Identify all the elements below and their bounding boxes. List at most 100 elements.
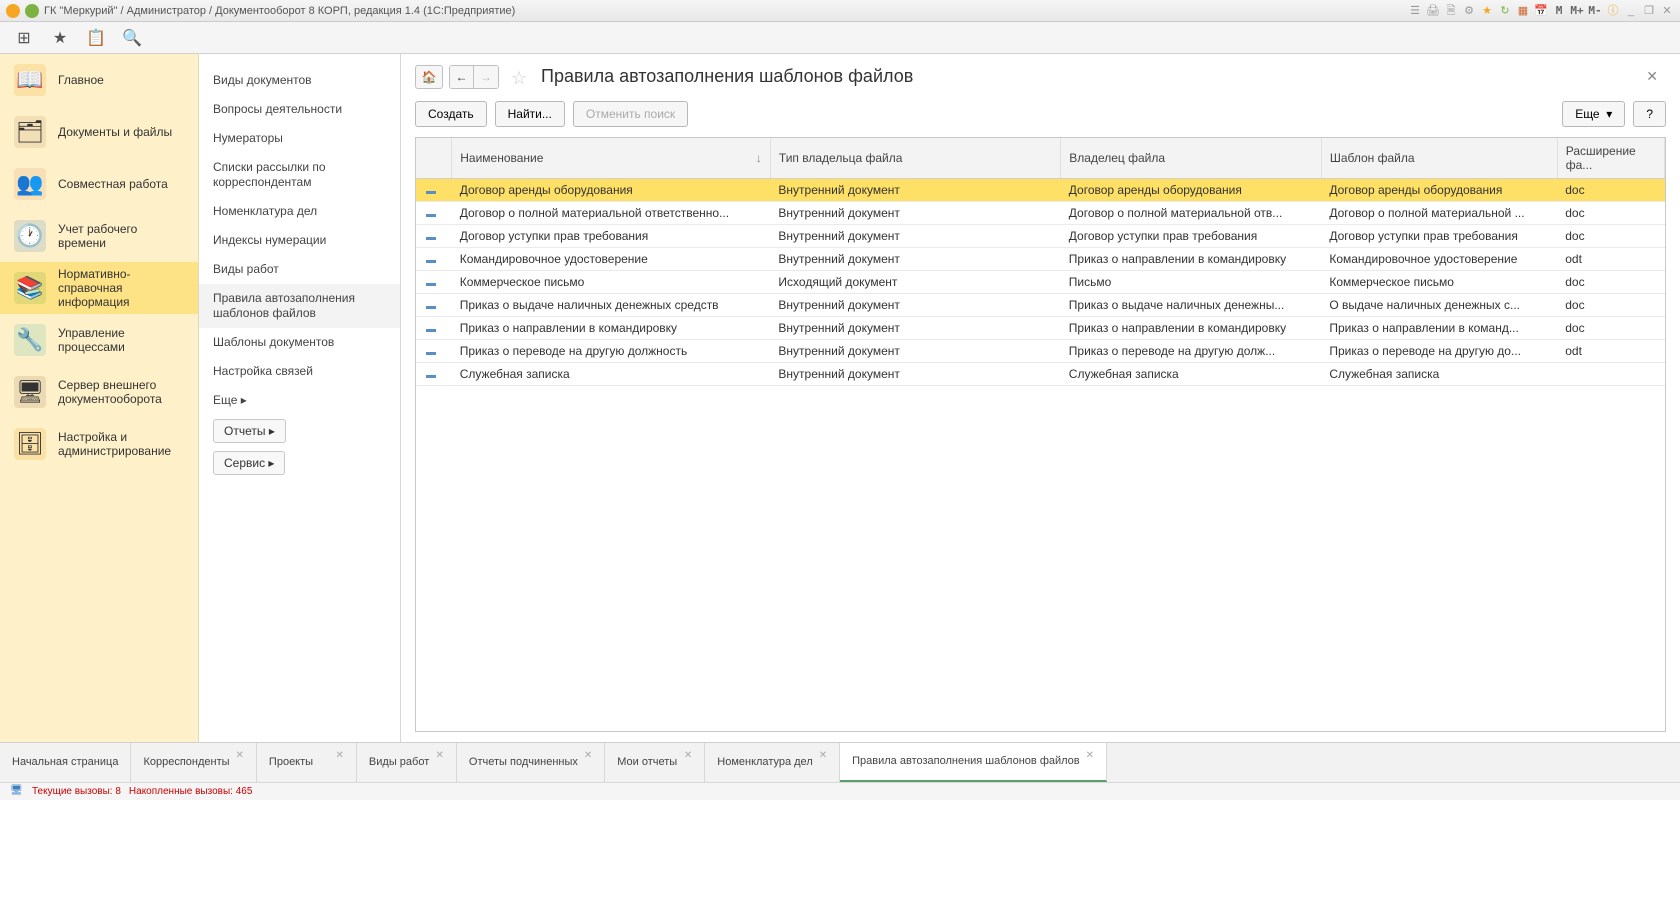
col-name[interactable]: Наименование↓	[452, 138, 771, 179]
row-icon: ▬	[424, 301, 438, 312]
tab-close-icon[interactable]: ✕	[1086, 749, 1094, 762]
bottom-tab[interactable]: Отчеты подчиненных✕	[457, 743, 605, 782]
table-row[interactable]: ▬Договор о полной материальной ответстве…	[416, 202, 1665, 225]
mem-mplus[interactable]: M+	[1570, 4, 1584, 18]
bottom-tab[interactable]: Мои отчеты✕	[605, 743, 705, 782]
subnav-item[interactable]: Вопросы деятельности	[199, 95, 400, 124]
tb-tool-icon[interactable]: ☰	[1408, 4, 1422, 18]
tab-close-icon[interactable]: ✕	[436, 749, 444, 762]
bottom-tab[interactable]: Номенклатура дел✕	[705, 743, 840, 782]
bottom-tab[interactable]: Начальная страница	[0, 743, 131, 782]
tab-close-icon[interactable]: ✕	[336, 749, 344, 762]
sidebar-item[interactable]: 🖥Сервер внешнего документооборота	[0, 366, 198, 418]
bottom-tab[interactable]: Правила автозаполнения шаблонов файлов✕	[840, 743, 1107, 782]
subnav-item[interactable]: Списки рассылки по корреспондентам	[199, 153, 400, 197]
subnav-item[interactable]: Виды документов	[199, 66, 400, 95]
tb-calc-icon[interactable]: ▦	[1516, 4, 1530, 18]
table-row[interactable]: ▬Приказ о переводе на другую должностьВн…	[416, 340, 1665, 363]
status-icon: 🖥	[10, 785, 24, 799]
row-icon: ▬	[424, 209, 438, 220]
table-row[interactable]: ▬Командировочное удостоверениеВнутренний…	[416, 248, 1665, 271]
sidebar-icon: 🖥	[14, 376, 46, 408]
subnav-item[interactable]: Шаблоны документов	[199, 328, 400, 357]
table-row[interactable]: ▬Служебная запискаВнутренний документСлу…	[416, 363, 1665, 386]
table-row[interactable]: ▬Договор аренды оборудованияВнутренний д…	[416, 179, 1665, 202]
app-icon-1c	[6, 4, 20, 18]
subnav-item[interactable]: Настройка связей	[199, 357, 400, 386]
search-icon[interactable]: 🔍	[122, 28, 142, 48]
col-tmpl[interactable]: Шаблон файла	[1321, 138, 1557, 179]
sidebar-item[interactable]: 🗂Документы и файлы	[0, 106, 198, 158]
cell-type: Внутренний документ	[770, 179, 1060, 202]
cell-type: Внутренний документ	[770, 225, 1060, 248]
cell-tmpl: Служебная записка	[1321, 363, 1557, 386]
nav-fwd-button[interactable]: →	[474, 66, 498, 88]
status-accum: Накопленные вызовы: 465	[129, 786, 253, 797]
subnav-item[interactable]: Виды работ	[199, 255, 400, 284]
table-row[interactable]: ▬Коммерческое письмоИсходящий документПи…	[416, 271, 1665, 294]
tb-calendar-icon[interactable]: 📅	[1534, 4, 1548, 18]
table-row[interactable]: ▬Договор уступки прав требованияВнутренн…	[416, 225, 1665, 248]
sidebar-label: Управление процессами	[58, 326, 184, 354]
tab-close-icon[interactable]: ✕	[236, 749, 244, 762]
sidebar-item[interactable]: 📖Главное	[0, 54, 198, 106]
apps-icon[interactable]: ⊞	[14, 28, 34, 48]
mem-mminus[interactable]: M-	[1588, 4, 1602, 18]
bottom-tab[interactable]: Корреспонденты✕	[131, 743, 256, 782]
sidebar-icon: 📚	[14, 272, 46, 304]
home-button[interactable]: 🏠	[415, 65, 443, 89]
find-button[interactable]: Найти...	[495, 101, 565, 127]
star-icon[interactable]: ★	[50, 28, 70, 48]
subnav-button[interactable]: Сервис ▸	[213, 451, 285, 475]
cell-ext: doc	[1557, 294, 1664, 317]
cell-owner: Письмо	[1061, 271, 1322, 294]
cell-name: Служебная записка	[452, 363, 771, 386]
bottom-tab[interactable]: Виды работ✕	[357, 743, 457, 782]
sidebar-item[interactable]: 🕐Учет рабочего времени	[0, 210, 198, 262]
cell-owner: Служебная записка	[1061, 363, 1322, 386]
table-row[interactable]: ▬Приказ о направлении в командировкуВнут…	[416, 317, 1665, 340]
col-type[interactable]: Тип владельца файла	[770, 138, 1060, 179]
cell-ext	[1557, 363, 1664, 386]
max-icon[interactable]: ❐	[1642, 4, 1656, 18]
clipboard-icon[interactable]: 📋	[86, 28, 106, 48]
mem-m[interactable]: M	[1552, 4, 1566, 18]
nav-back-button[interactable]: ←	[450, 66, 474, 88]
create-button[interactable]: Создать	[415, 101, 487, 127]
subnav-item[interactable]: Правила автозаполнения шаблонов файлов	[199, 284, 400, 328]
tb-star-icon[interactable]: ★	[1480, 4, 1494, 18]
sidebar-item[interactable]: 🗄Настройка и администрирование	[0, 418, 198, 470]
sidebar-icon: 🗄	[14, 428, 46, 460]
tb-refresh-icon[interactable]: ↻	[1498, 4, 1512, 18]
info-icon[interactable]: ⓘ	[1606, 4, 1620, 18]
tb-tool-icon[interactable]: ⚙	[1462, 4, 1476, 18]
pane-close-button[interactable]: ✕	[1638, 64, 1666, 89]
cell-tmpl: Приказ о переводе на другую до...	[1321, 340, 1557, 363]
tab-close-icon[interactable]: ✕	[584, 749, 592, 762]
close-icon[interactable]: ✕	[1660, 4, 1674, 18]
sidebar-item[interactable]: 🔧Управление процессами	[0, 314, 198, 366]
cell-owner: Приказ о направлении в командировку	[1061, 317, 1322, 340]
more-button[interactable]: Еще ▾	[1562, 101, 1625, 127]
subnav-button[interactable]: Отчеты ▸	[213, 419, 286, 443]
tb-tool-icon[interactable]: 🖨	[1426, 4, 1440, 18]
help-button[interactable]: ?	[1633, 101, 1666, 127]
subnav-item[interactable]: Индексы нумерации	[199, 226, 400, 255]
subnav-item[interactable]: Нумераторы	[199, 124, 400, 153]
tb-tool-icon[interactable]: 🗎	[1444, 4, 1458, 18]
col-ext[interactable]: Расширение фа...	[1557, 138, 1664, 179]
subnav-item[interactable]: Еще ▸	[199, 386, 400, 415]
subnav-item[interactable]: Номенклатура дел	[199, 197, 400, 226]
min-icon[interactable]: _	[1624, 4, 1638, 18]
tab-close-icon[interactable]: ✕	[819, 749, 827, 762]
table-header-row: Наименование↓ Тип владельца файла Владел…	[416, 138, 1665, 179]
main-area: 📖Главное🗂Документы и файлы👥Совместная ра…	[0, 54, 1680, 742]
tab-close-icon[interactable]: ✕	[684, 749, 692, 762]
favorite-star-icon[interactable]: ☆	[511, 68, 529, 86]
col-owner[interactable]: Владелец файла	[1061, 138, 1322, 179]
bottom-tab[interactable]: Проекты✕	[257, 743, 357, 782]
table-row[interactable]: ▬Приказ о выдаче наличных денежных средс…	[416, 294, 1665, 317]
sidebar-item[interactable]: 📚Нормативно-справочная информация	[0, 262, 198, 314]
sidebar-item[interactable]: 👥Совместная работа	[0, 158, 198, 210]
sidebar-label: Совместная работа	[58, 177, 184, 191]
